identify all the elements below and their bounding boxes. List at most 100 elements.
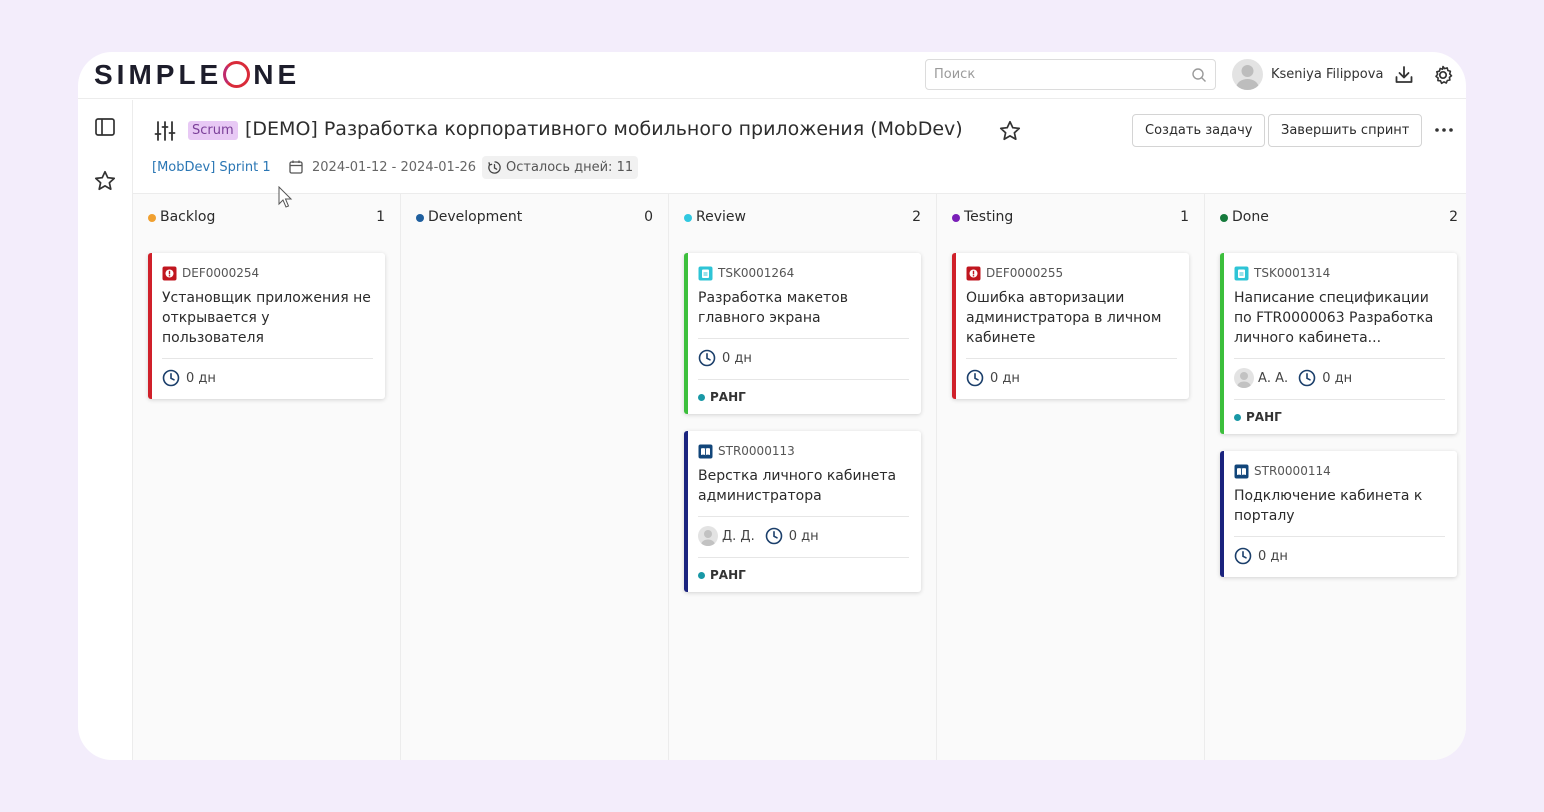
card-duration: 0 дн — [788, 528, 819, 544]
create-task-button[interactable]: Создать задачу — [1132, 114, 1266, 147]
gear-icon[interactable] — [1432, 64, 1454, 86]
task-card[interactable]: DEF0000254 Установщик приложения не откры… — [148, 253, 385, 399]
card-duration: 0 дн — [1322, 370, 1353, 386]
simpleone-logo[interactable]: SIMPLE NE — [94, 59, 300, 91]
mouse-cursor-icon — [278, 186, 293, 208]
column-status-dot — [416, 214, 424, 222]
card-title: Написание спецификации по FTR0000063 Раз… — [1234, 290, 1434, 346]
clock-icon — [966, 369, 984, 387]
sprint-link[interactable]: [MobDev] Sprint 1 — [152, 160, 271, 175]
assignee-name: А. А. — [1258, 370, 1289, 386]
card-divider — [1234, 358, 1445, 359]
column-done: Done 2 TSK0001314 Написание спецификации по… — [1205, 194, 1466, 760]
column-name: Done — [1232, 209, 1269, 225]
board-title: [DEMO] Разработка корпоративного мобильн… — [245, 118, 963, 140]
download-icon[interactable] — [1393, 64, 1415, 86]
column-status-dot — [952, 214, 960, 222]
task-card[interactable]: TSK0001314 Написание спецификации по FTR0… — [1220, 253, 1457, 434]
column-name: Review — [696, 209, 746, 225]
task-card[interactable]: DEF0000255 Ошибка авторизации администрат… — [952, 253, 1189, 399]
column-status-dot — [684, 214, 692, 222]
sprint-dates: 2024-01-12 - 2024-01-26 — [312, 160, 477, 175]
column-header: Testing 1 — [952, 209, 1189, 227]
card-id[interactable]: TSK0001314 — [1234, 265, 1445, 281]
card-duration: 0 дн — [722, 350, 752, 366]
defect-icon — [966, 266, 981, 280]
task-icon — [1234, 266, 1249, 280]
days-left-badge: Осталось дней: 11 — [482, 156, 639, 179]
task-icon — [698, 266, 713, 280]
column-review: Review 2 TSK0001264 Разработка макетов глав… — [669, 194, 937, 760]
card-title: Подключение кабинета к порталу — [1234, 488, 1423, 524]
card-duration: 0 дн — [186, 370, 216, 386]
column-count: 2 — [1449, 209, 1458, 225]
card-tag: РАНГ — [1234, 410, 1445, 424]
card-title: Верстка личного кабинета администратора — [698, 468, 897, 504]
clock-icon — [765, 527, 783, 545]
column-backlog: Backlog 1 DEF0000254 Установщик приложения … — [133, 194, 401, 760]
clock-icon — [698, 349, 716, 367]
card-meta: Д. Д. 0 дн — [698, 525, 909, 547]
tag-dot — [698, 571, 705, 579]
tag-dot — [1234, 413, 1241, 421]
column-name: Backlog — [160, 209, 216, 225]
card-meta: А. А. 0 дн — [1234, 367, 1445, 389]
card-meta: 0 дн — [966, 367, 1177, 389]
card-title: Ошибка авторизации администратора в личн… — [966, 290, 1162, 346]
column-count: 0 — [644, 209, 653, 225]
clock-icon — [162, 369, 180, 387]
assignee-avatar — [698, 526, 718, 546]
more-options-icon[interactable] — [1432, 118, 1456, 142]
card-divider — [1234, 399, 1445, 400]
search-input[interactable] — [925, 59, 1216, 90]
defect-icon — [162, 266, 177, 280]
card-divider — [966, 358, 1177, 359]
card-meta: 0 дн — [1234, 545, 1445, 567]
card-meta: 0 дн — [698, 347, 909, 369]
column-count: 1 — [376, 209, 385, 225]
clock-icon — [1298, 369, 1316, 387]
timer-icon — [488, 161, 501, 174]
task-card[interactable]: STR0000113 Верстка личного кабинета админ… — [684, 431, 921, 592]
card-id[interactable]: STR0000113 — [698, 443, 909, 459]
top-bar: SIMPLENE Kseniya Filippova — [78, 52, 1466, 99]
card-tag: РАНГ — [698, 390, 909, 404]
column-development: Development 0 — [401, 194, 669, 760]
card-meta: 0 дн — [162, 367, 373, 389]
story-icon — [1234, 464, 1249, 478]
column-name: Testing — [964, 209, 1014, 225]
story-icon — [698, 444, 713, 458]
board-settings-icon[interactable] — [153, 119, 177, 143]
assignee-name: Д. Д. — [722, 528, 755, 544]
column-testing: Testing 1 DEF0000255 Ошибка авторизации адм… — [937, 194, 1205, 760]
column-name: Development — [428, 209, 523, 225]
scrum-badge: Scrum — [188, 121, 238, 140]
finish-sprint-button[interactable]: Завершить спринт — [1268, 114, 1423, 147]
column-header: Done 2 — [1220, 209, 1458, 227]
user-name[interactable]: Kseniya Filippova — [1271, 67, 1383, 82]
favorites-star-icon[interactable] — [93, 169, 117, 193]
left-sidebar — [78, 100, 133, 760]
favorite-star-icon[interactable] — [998, 119, 1022, 143]
task-card[interactable]: STR0000114 Подключение кабинета к порталу… — [1220, 451, 1457, 577]
column-status-dot — [148, 214, 156, 222]
task-card[interactable]: TSK0001264 Разработка макетов главного эк… — [684, 253, 921, 414]
search-icon[interactable] — [1191, 67, 1207, 83]
card-id[interactable]: DEF0000255 — [966, 265, 1177, 281]
card-title: Установщик приложения не открывается у п… — [162, 290, 371, 346]
column-count: 2 — [912, 209, 921, 225]
card-duration: 0 дн — [1258, 548, 1288, 564]
column-header: Development 0 — [416, 209, 653, 227]
user-avatar[interactable] — [1232, 59, 1263, 90]
card-id[interactable]: TSK0001264 — [698, 265, 909, 281]
kanban-board: Backlog 1 DEF0000254 Установщик приложения … — [133, 193, 1466, 760]
card-duration: 0 дн — [990, 370, 1020, 386]
card-divider — [698, 516, 909, 517]
column-header: Review 2 — [684, 209, 921, 227]
card-id[interactable]: DEF0000254 — [162, 265, 373, 281]
calendar-icon — [289, 160, 303, 174]
card-title: Разработка макетов главного экрана — [698, 290, 848, 326]
sidebar-toggle-icon[interactable] — [93, 115, 117, 139]
card-id[interactable]: STR0000114 — [1234, 463, 1445, 479]
clock-icon — [1234, 547, 1252, 565]
